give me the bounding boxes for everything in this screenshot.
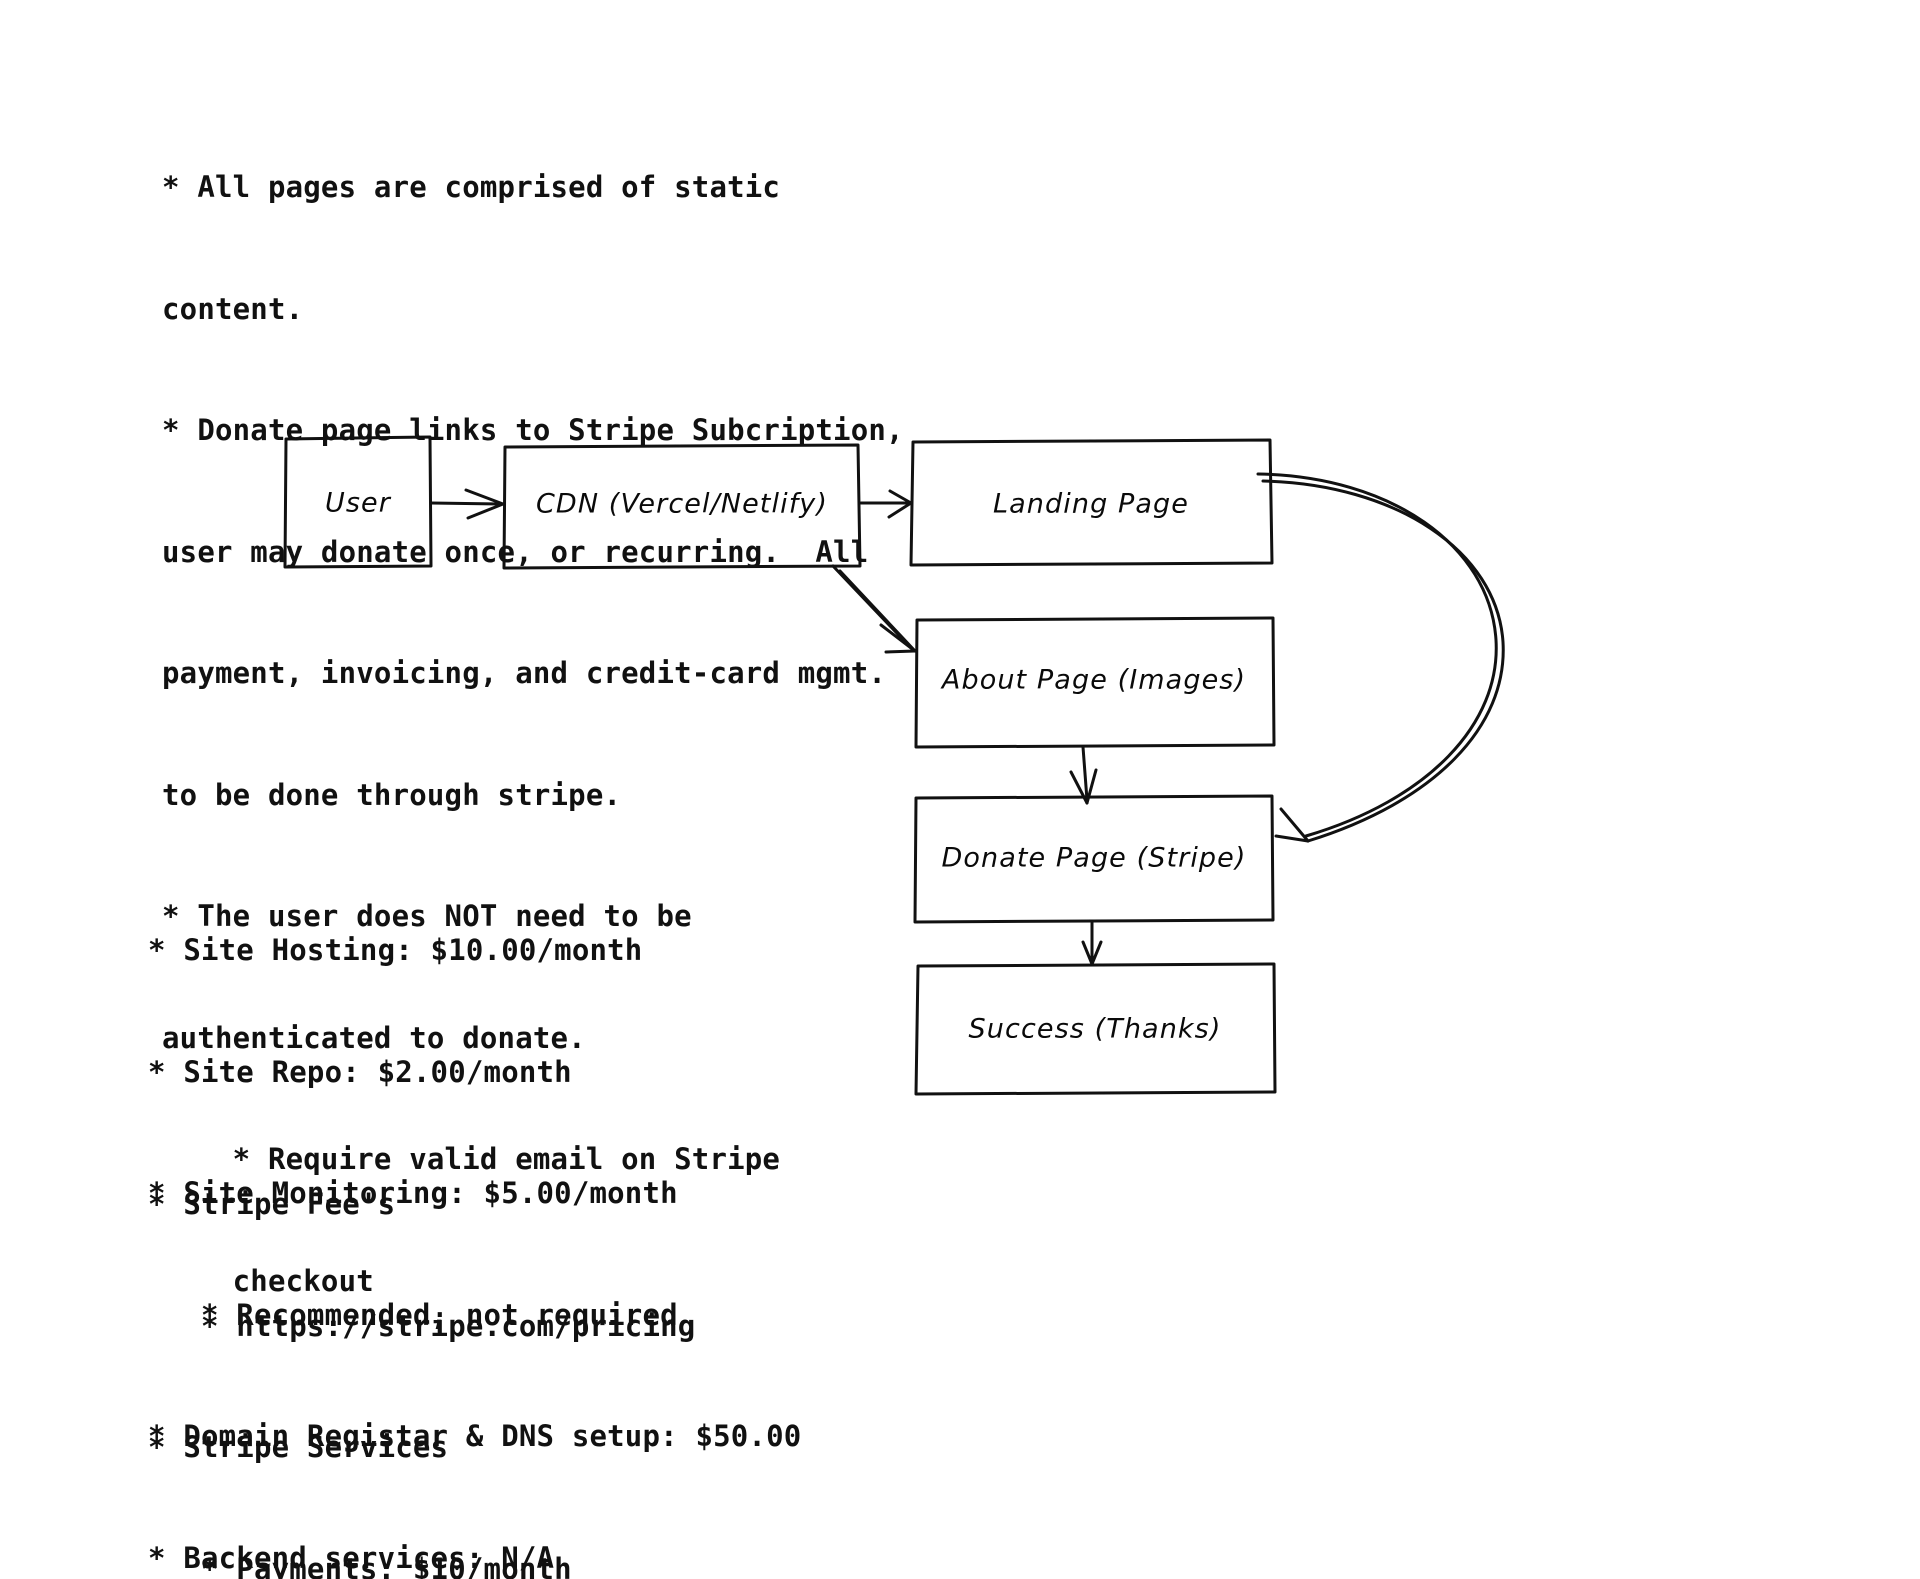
- note-line: * Site Repo: $2.00/month: [148, 1054, 572, 1089]
- note-line: * https://stripe.com/pricing: [148, 1308, 696, 1343]
- node-label-donate: Donate Page (Stripe): [941, 842, 1247, 874]
- note-line: * Site Hosting: $10.00/month: [148, 933, 643, 967]
- note-line: content.: [162, 291, 304, 326]
- whiteboard-page: User CDN (Vercel/Netlify) Landing Page A…: [0, 0, 1920, 1579]
- edge-landing-to-donate: [1256, 472, 1505, 843]
- note-line: * All pages are comprised of static: [162, 170, 781, 204]
- note-line: payment, invoicing, and credit-card mgmt…: [162, 656, 887, 690]
- node-label-landing: Landing Page: [993, 488, 1189, 520]
- note-line: to be done through stripe.: [162, 777, 622, 812]
- node-label-about: About Page (Images): [941, 664, 1247, 696]
- node-label-success: Success (Thanks): [968, 1013, 1222, 1045]
- note-line: * Payments: $10/month: [148, 1551, 572, 1579]
- note-line: * Stripe Fee's: [148, 1187, 396, 1221]
- note-line: * Donate page links to Stripe Subcriptio…: [162, 413, 904, 447]
- note-line: * Stripe Services: [148, 1430, 449, 1464]
- note-line: user may donate once, or recurring. All: [162, 534, 869, 569]
- edge-donate-to-success: [1081, 920, 1103, 966]
- edge-about-to-donate: [1069, 745, 1098, 805]
- stripe-notes: * Stripe Fee's * https://stripe.com/pric…: [148, 1103, 925, 1579]
